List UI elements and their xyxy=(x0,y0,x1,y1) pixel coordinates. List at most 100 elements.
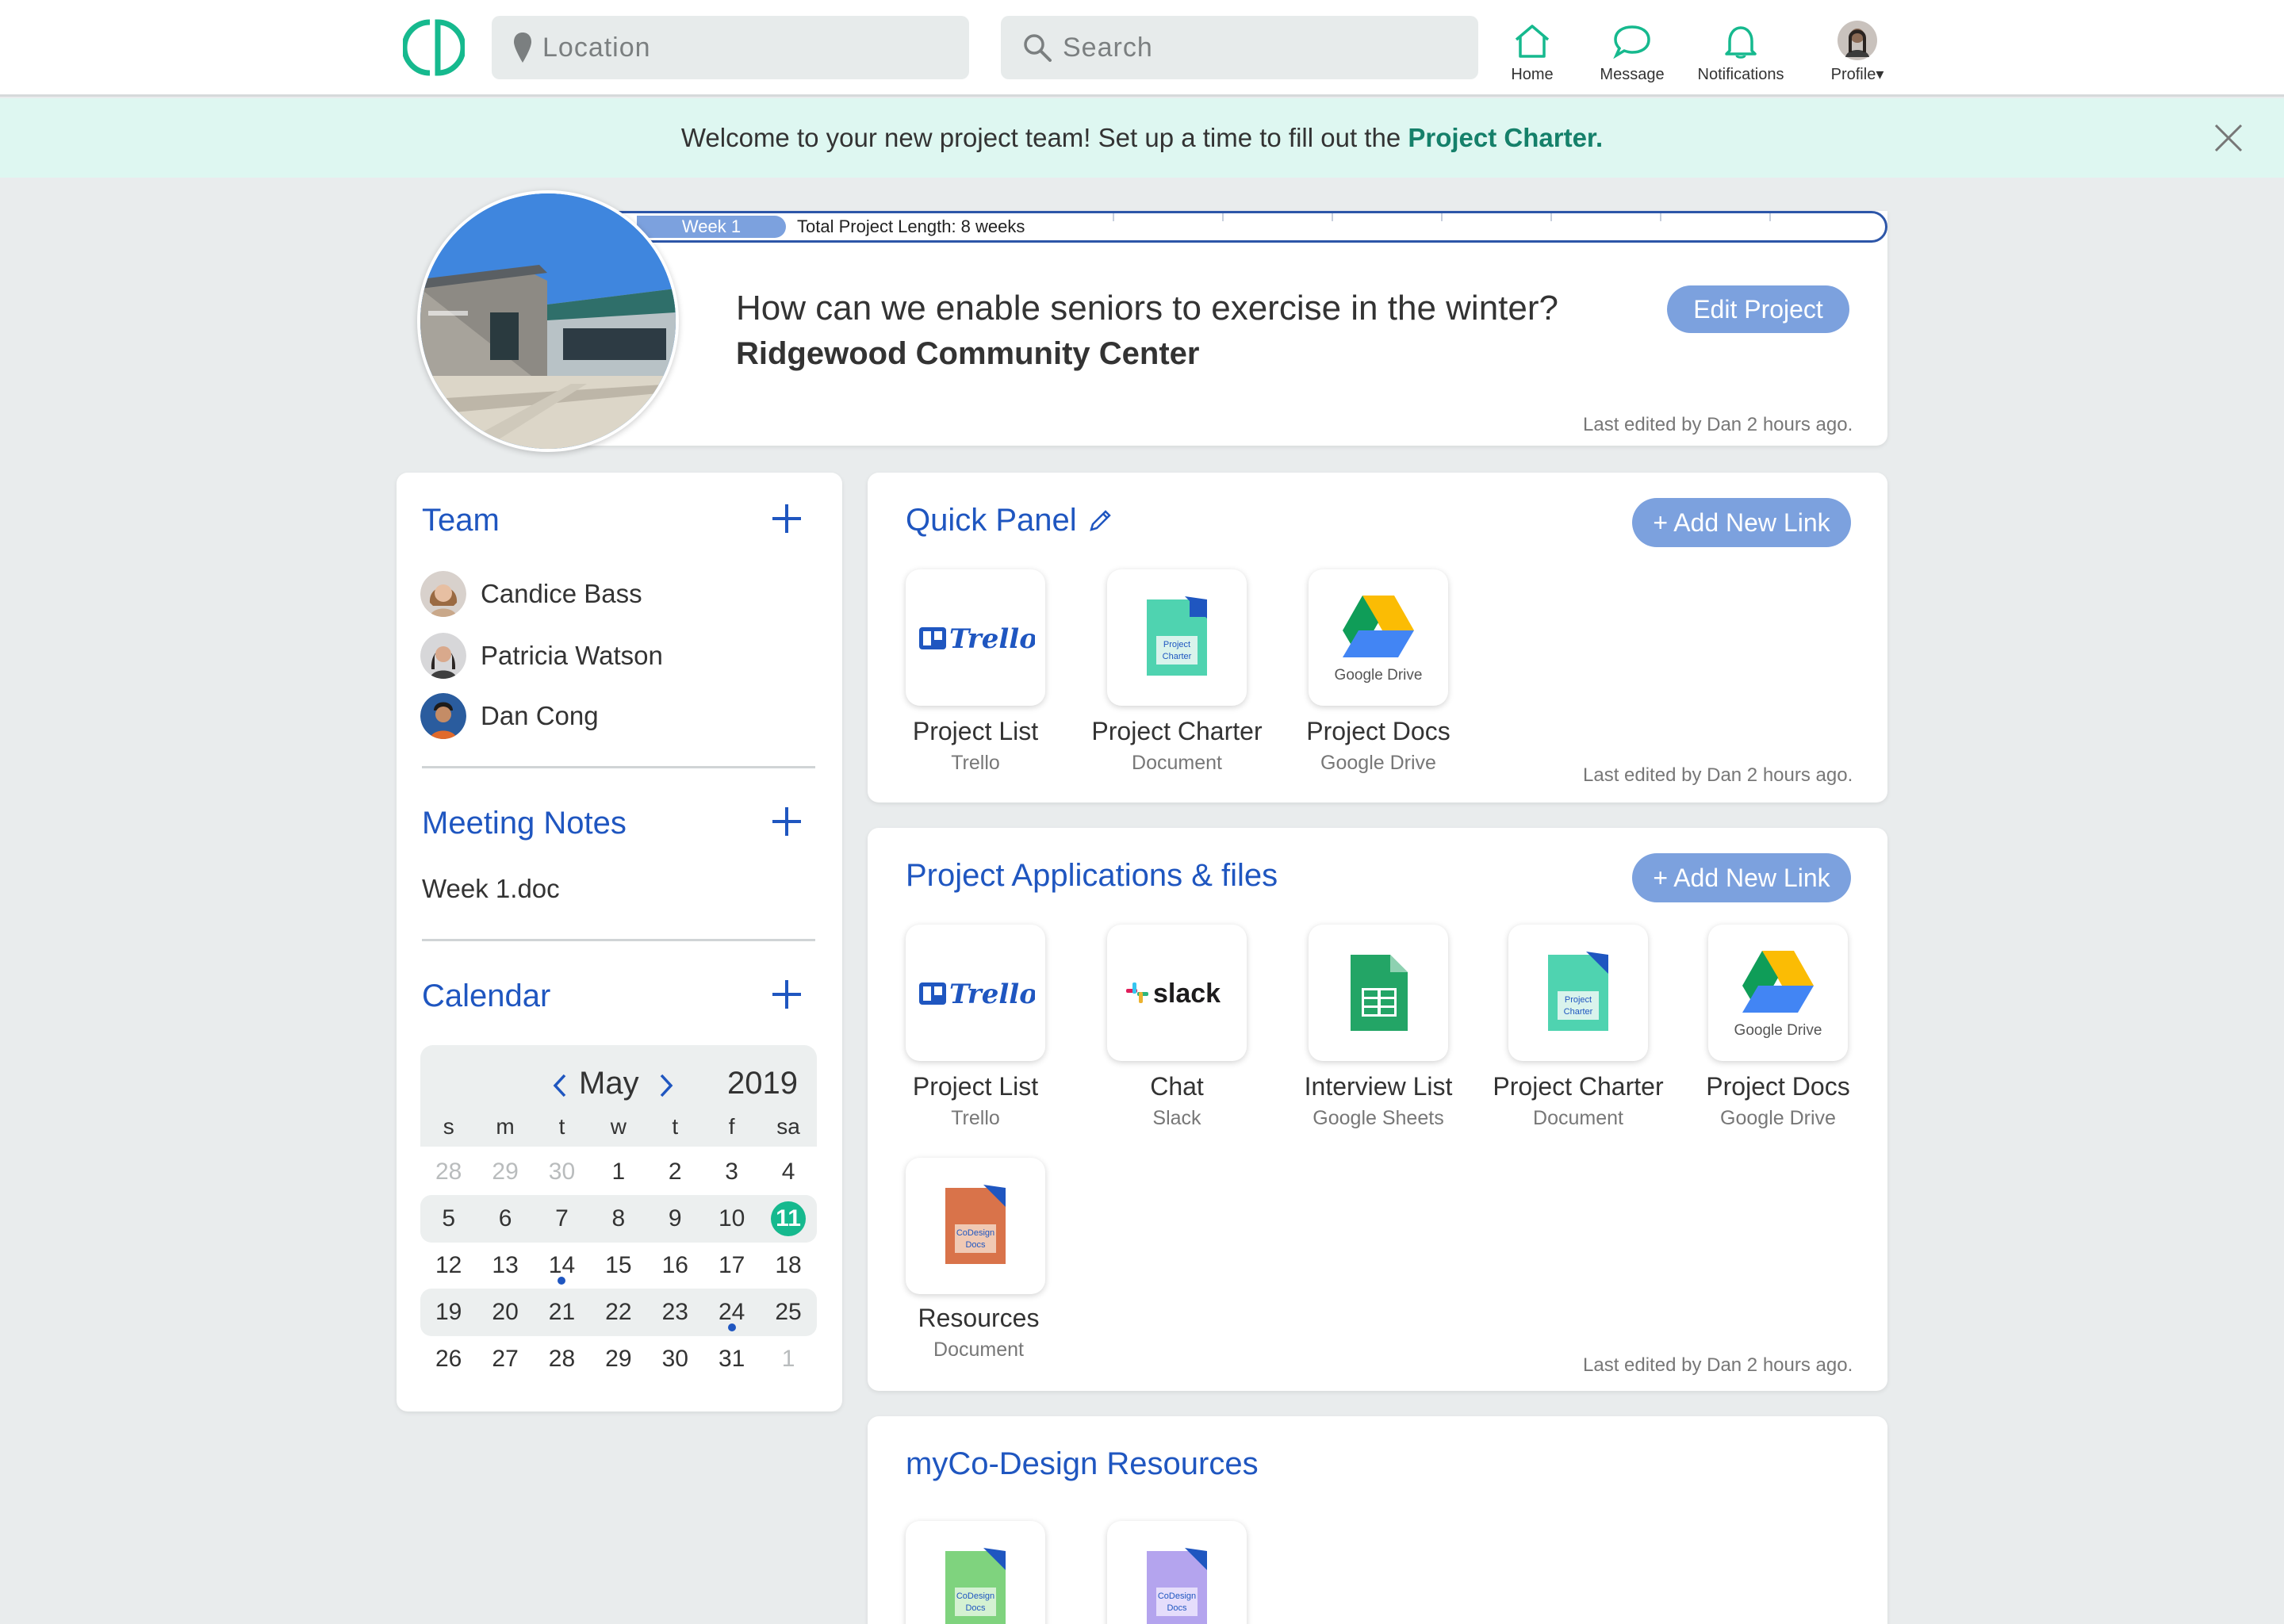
project-progress-bar: Week 1 Total Project Length: 8 weeks xyxy=(603,211,1887,243)
calendar-day[interactable]: 21 xyxy=(534,1289,590,1336)
calendar-day-number: 25 xyxy=(775,1299,802,1325)
nav-profile[interactable]: Profile▾ xyxy=(1802,21,1913,84)
calendar-day[interactable]: 13 xyxy=(477,1242,533,1289)
chevron-left-icon[interactable] xyxy=(550,1072,569,1099)
calendar-day[interactable]: 25 xyxy=(760,1289,816,1336)
add-team-member-icon[interactable] xyxy=(771,503,803,534)
document-icon: Project Charter xyxy=(1548,952,1608,1031)
calendar-day[interactable]: 22 xyxy=(590,1289,646,1336)
resource-tile[interactable]: CoDesign Docs xyxy=(906,1521,1045,1624)
calendar-day[interactable]: 30 xyxy=(534,1148,590,1196)
project-photo xyxy=(417,190,679,452)
quick-tile-trello[interactable]: Trello xyxy=(906,569,1045,706)
week-tick xyxy=(1113,213,1114,221)
calendar-day[interactable]: 28 xyxy=(420,1148,477,1196)
calendar-day[interactable]: 24 xyxy=(703,1289,760,1336)
resource-tile[interactable]: CoDesign Docs xyxy=(1107,1521,1247,1624)
calendar-day[interactable]: 5 xyxy=(420,1195,477,1243)
app-tile-resources[interactable]: CoDesign Docs xyxy=(906,1158,1045,1294)
calendar-day[interactable]: 14 xyxy=(534,1242,590,1289)
codesign-docs-label-line2: Docs xyxy=(965,1603,986,1613)
calendar-day[interactable]: 2 xyxy=(647,1148,703,1196)
project-last-edited: Last edited by Dan 2 hours ago. xyxy=(1583,414,1853,435)
app-logo[interactable] xyxy=(403,17,465,78)
calendar-day[interactable]: 20 xyxy=(477,1289,533,1336)
close-icon[interactable] xyxy=(2211,121,2246,155)
calendar-day[interactable]: 30 xyxy=(647,1335,703,1383)
location-input[interactable]: Location xyxy=(492,16,969,79)
calendar-day[interactable]: 11 xyxy=(760,1195,816,1243)
chevron-right-icon[interactable] xyxy=(657,1072,676,1099)
calendar-day[interactable]: 8 xyxy=(590,1195,646,1243)
total-project-length: Total Project Length: 8 weeks xyxy=(797,216,1025,236)
calendar-day[interactable]: 17 xyxy=(703,1242,760,1289)
banner-message: Welcome to your new project team! Set up… xyxy=(681,123,1603,153)
calendar-day[interactable]: 12 xyxy=(420,1242,477,1289)
quick-panel-add-link-button[interactable]: + Add New Link xyxy=(1632,498,1851,547)
trello-wordmark: Trello xyxy=(949,979,1035,1010)
banner-charter-link[interactable]: Project Charter. xyxy=(1408,123,1603,152)
team-member[interactable]: Candice Bass xyxy=(420,571,642,617)
codesign-docs-icon: CoDesign Docs xyxy=(945,1185,1006,1264)
quick-tile-project-charter[interactable]: Project Charter xyxy=(1107,569,1247,706)
search-input[interactable]: Search xyxy=(1001,16,1478,79)
calendar-day-number: 14 xyxy=(548,1252,576,1278)
calendar-day[interactable]: 9 xyxy=(647,1195,703,1243)
calendar-day[interactable]: 16 xyxy=(647,1242,703,1289)
app-tile-trello[interactable]: Trello xyxy=(906,925,1045,1061)
calendar-title: Calendar xyxy=(422,979,551,1013)
nav-notifications[interactable]: Notifications xyxy=(1685,21,1796,84)
calendar-day[interactable]: 19 xyxy=(420,1289,477,1336)
week-tick xyxy=(1332,213,1333,221)
add-calendar-event-icon[interactable] xyxy=(771,979,803,1010)
weekday-label: f xyxy=(728,1114,735,1139)
calendar-day[interactable]: 18 xyxy=(760,1242,816,1289)
team-member[interactable]: Patricia Watson xyxy=(420,633,663,679)
calendar-day[interactable]: 1 xyxy=(590,1148,646,1196)
calendar-day[interactable]: 28 xyxy=(534,1335,590,1383)
app-tile-google-sheets[interactable] xyxy=(1309,925,1448,1061)
meeting-note-item[interactable]: Week 1.doc xyxy=(422,874,560,904)
top-nav-bar: Location Search Home Message Notificatio… xyxy=(0,0,2284,97)
calendar-day[interactable]: 7 xyxy=(534,1195,590,1243)
app-tile-google-drive[interactable]: Google Drive xyxy=(1708,925,1848,1061)
codesign-docs-label: CoDesign xyxy=(956,1591,994,1601)
calendar-day[interactable]: 15 xyxy=(590,1242,646,1289)
nav-message-label: Message xyxy=(1600,66,1665,83)
codesign-docs-label: CoDesign xyxy=(1158,1591,1196,1601)
project-organization: Ridgewood Community Center xyxy=(736,336,1200,371)
google-sheets-icon xyxy=(1351,955,1408,1031)
quick-tile-google-drive[interactable]: Google Drive xyxy=(1309,569,1448,706)
calendar-day[interactable]: 29 xyxy=(590,1335,646,1383)
app-tile-slack[interactable]: slack xyxy=(1107,925,1247,1061)
quick-panel-last-edited: Last edited by Dan 2 hours ago. xyxy=(1583,764,1853,786)
calendar-day[interactable]: 23 xyxy=(647,1289,703,1336)
tile-name: Chat xyxy=(1150,1072,1204,1101)
team-member[interactable]: Dan Cong xyxy=(420,693,599,739)
edit-project-button[interactable]: Edit Project xyxy=(1667,285,1849,333)
calendar-day[interactable]: 6 xyxy=(477,1195,533,1243)
applications-add-link-button[interactable]: + Add New Link xyxy=(1632,853,1851,902)
calendar-day-number: 4 xyxy=(781,1159,795,1185)
weekday-label: t xyxy=(672,1114,679,1139)
tile-name: Project Docs xyxy=(1706,1072,1850,1101)
add-meeting-note-icon[interactable] xyxy=(771,806,803,837)
calendar-day[interactable]: 27 xyxy=(477,1335,533,1383)
calendar-day[interactable]: 3 xyxy=(703,1148,760,1196)
calendar-day-number: 28 xyxy=(435,1159,462,1185)
calendar-day[interactable]: 4 xyxy=(760,1148,816,1196)
slack-logo: slack xyxy=(1126,979,1221,1009)
calendar-day-number: 2 xyxy=(668,1159,682,1185)
calendar-day[interactable]: 26 xyxy=(420,1335,477,1383)
calendar-day[interactable]: 31 xyxy=(703,1335,760,1383)
calendar-day[interactable]: 1 xyxy=(760,1335,816,1383)
pencil-icon[interactable] xyxy=(1088,509,1112,533)
nav-message[interactable]: Message xyxy=(1577,21,1688,84)
meeting-notes-title: Meeting Notes xyxy=(422,806,627,841)
calendar-day[interactable]: 29 xyxy=(477,1148,533,1196)
google-drive-logo: Google Drive xyxy=(1335,596,1422,684)
app-tile-project-charter[interactable]: Project Charter xyxy=(1508,925,1648,1061)
nav-home[interactable]: Home xyxy=(1477,21,1588,84)
team-title: Team xyxy=(422,503,500,538)
calendar-day[interactable]: 10 xyxy=(703,1195,760,1243)
